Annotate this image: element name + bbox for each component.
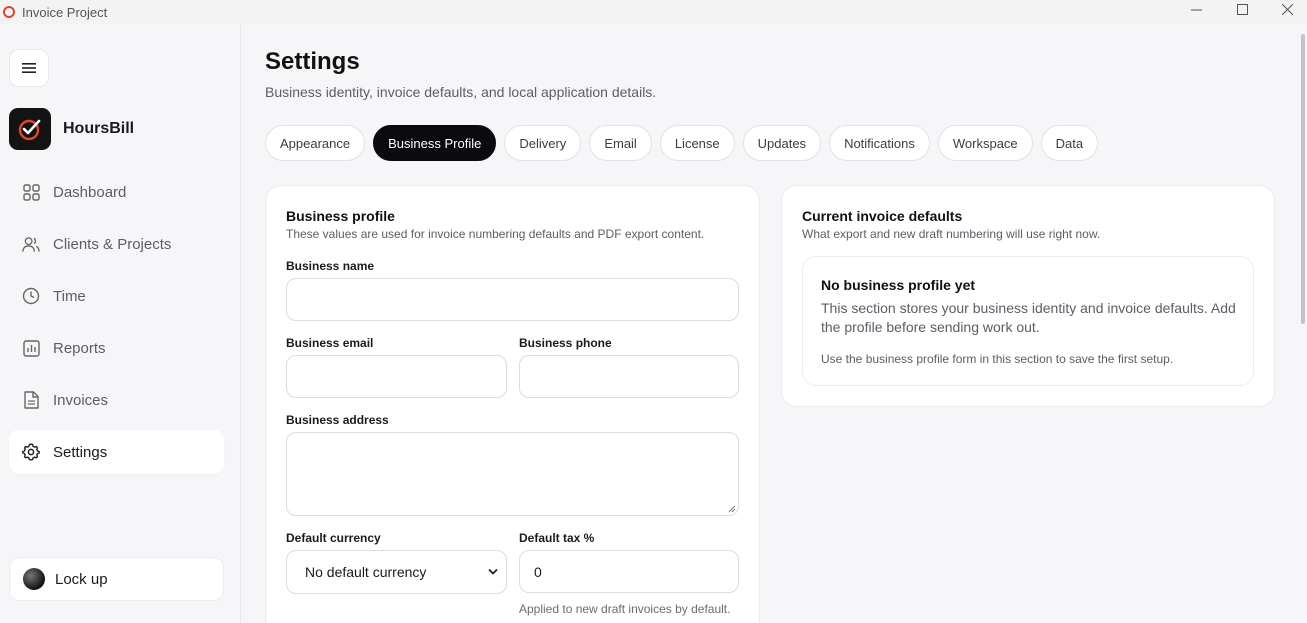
app-logo-icon (3, 6, 15, 18)
tab-email[interactable]: Email (589, 125, 652, 161)
sidebar-item-dashboard[interactable]: Dashboard (9, 170, 224, 214)
sidebar-item-label: Clients & Projects (53, 235, 172, 253)
invoice-defaults-title: Current invoice defaults (802, 208, 963, 224)
tab-delivery[interactable]: Delivery (504, 125, 582, 161)
default-currency-value: No default currency (305, 564, 427, 580)
brand-logo-icon (9, 108, 51, 150)
default-tax-hint: Applied to new draft invoices by default… (519, 602, 731, 616)
tab-updates[interactable]: Updates (742, 125, 822, 161)
business-name-label: Business name (286, 259, 375, 273)
tab-workspace[interactable]: Workspace (937, 125, 1033, 161)
lock-up-label: Lock up (55, 570, 108, 588)
gear-icon (22, 443, 40, 461)
tab-notifications[interactable]: Notifications (829, 125, 930, 161)
close-button[interactable] (1264, 0, 1307, 18)
empty-state-title: No business profile yet (821, 277, 976, 293)
sidebar-item-label: Settings (53, 443, 108, 461)
title-bar: Invoice Project (0, 0, 1307, 24)
sidebar: HoursBill Dashboard Clients & Projects T… (0, 24, 241, 623)
brand-name: HoursBill (63, 120, 135, 137)
bar-chart-icon (22, 339, 40, 357)
empty-state-card: No business profile yet This section sto… (802, 256, 1254, 386)
document-icon (22, 391, 40, 409)
business-address-label: Business address (286, 413, 389, 427)
tab-business-profile[interactable]: Business Profile (373, 125, 497, 161)
hamburger-icon (22, 63, 36, 73)
business-name-field[interactable] (286, 278, 739, 321)
sidebar-item-label: Reports (53, 339, 106, 357)
sidebar-item-time[interactable]: Time (9, 274, 224, 318)
maximize-icon (1236, 3, 1248, 15)
maximize-button[interactable] (1219, 0, 1265, 18)
empty-state-note: Use the business profile form in this se… (821, 352, 1174, 366)
sidebar-item-settings[interactable]: Settings (9, 430, 224, 474)
minimize-button[interactable] (1173, 0, 1219, 18)
business-address-field[interactable] (286, 432, 739, 516)
tab-data[interactable]: Data (1040, 125, 1099, 161)
business-profile-card: Business profile These values are used f… (265, 185, 760, 623)
brand: HoursBill (9, 108, 134, 150)
page-title: Settings (265, 48, 360, 75)
scrollbar-thumb[interactable] (1301, 34, 1305, 324)
sidebar-item-clients-projects[interactable]: Clients & Projects (9, 222, 224, 266)
business-phone-field[interactable] (519, 355, 739, 398)
grid-icon (22, 183, 40, 201)
clock-icon (22, 287, 40, 305)
window-title: Invoice Project (22, 4, 108, 20)
settings-tabs: Appearance Business Profile Delivery Ema… (265, 125, 1106, 161)
default-tax-label: Default tax % (519, 531, 595, 545)
business-email-field[interactable] (286, 355, 507, 398)
business-profile-title: Business profile (286, 208, 395, 224)
default-tax-field[interactable]: 0 (519, 550, 739, 593)
close-icon (1281, 3, 1293, 15)
sidebar-item-label: Dashboard (53, 183, 127, 201)
menu-toggle-button[interactable] (9, 49, 49, 87)
default-currency-label: Default currency (286, 531, 381, 545)
users-icon (22, 235, 40, 253)
lock-avatar-icon (23, 568, 45, 590)
main-content: Settings Business identity, invoice defa… (241, 24, 1299, 623)
tab-appearance[interactable]: Appearance (265, 125, 366, 161)
lock-up-button[interactable]: Lock up (9, 557, 224, 601)
page-subtitle: Business identity, invoice defaults, and… (265, 84, 657, 100)
tab-license[interactable]: License (659, 125, 735, 161)
business-profile-subtitle: These values are used for invoice number… (286, 227, 705, 241)
chevron-down-icon (488, 568, 498, 575)
sidebar-nav: Dashboard Clients & Projects Time Report… (9, 170, 224, 482)
empty-state-body: This section stores your business identi… (821, 300, 1236, 335)
scrollbar[interactable] (1299, 24, 1307, 623)
sidebar-item-reports[interactable]: Reports (9, 326, 224, 370)
sidebar-item-label: Invoices (53, 391, 109, 409)
sidebar-item-invoices[interactable]: Invoices (9, 378, 224, 422)
sidebar-item-label: Time (53, 287, 86, 305)
resize-grip-icon[interactable] (728, 505, 736, 513)
business-phone-label: Business phone (519, 336, 612, 350)
business-email-label: Business email (286, 336, 374, 350)
invoice-defaults-subtitle: What export and new draft numbering will… (802, 227, 1101, 241)
minimize-icon (1190, 9, 1202, 10)
default-currency-select[interactable]: No default currency (286, 550, 507, 594)
invoice-defaults-card: Current invoice defaults What export and… (781, 185, 1275, 407)
